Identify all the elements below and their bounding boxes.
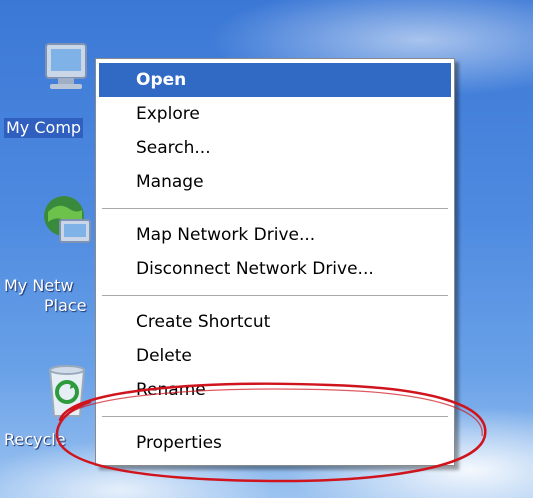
menu-item-delete[interactable]: Delete [99,339,451,373]
menu-item-explore[interactable]: Explore [99,97,451,131]
my-computer-icon [45,43,87,89]
menu-separator [102,416,448,417]
menu-item-open[interactable]: Open [99,63,451,97]
desktop-label-recycle-bin: Recycle [4,430,66,449]
menu-item-rename[interactable]: Rename [99,373,451,407]
menu-item-create-shortcut[interactable]: Create Shortcut [99,305,451,339]
menu-separator [102,295,448,296]
menu-item-map-network-drive[interactable]: Map Network Drive... [99,218,451,252]
menu-item-properties[interactable]: Properties [99,426,451,460]
desktop-label-network-line1: My Netw [4,276,74,295]
recycle-bin-icon [48,365,86,417]
desktop-icon-recycle-bin[interactable]: Recycle [0,360,110,460]
menu-separator [102,208,448,209]
context-menu: Open Explore Search... Manage Map Networ… [95,58,455,466]
menu-item-disconnect-network-drive[interactable]: Disconnect Network Drive... [99,252,451,286]
desktop-icon-my-computer[interactable]: My Comp [0,28,110,148]
desktop-label-my-computer: My Comp [4,118,84,138]
desktop-icon-network-places[interactable]: My Netw Place [0,190,110,320]
menu-item-manage[interactable]: Manage [99,165,451,199]
menu-item-search[interactable]: Search... [99,131,451,165]
desktop-label-network-line2: Place [44,296,87,315]
network-places-icon [44,196,91,243]
